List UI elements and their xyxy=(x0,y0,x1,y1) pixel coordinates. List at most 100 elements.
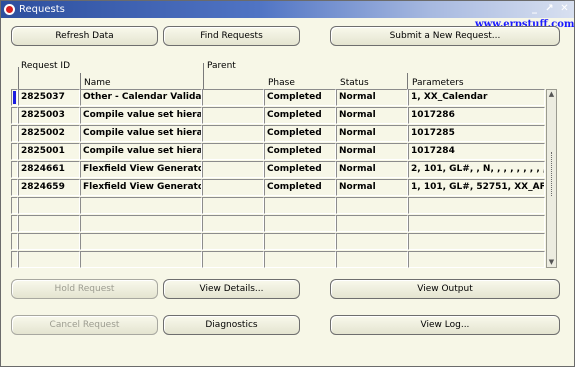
empty-table-row[interactable] xyxy=(11,197,545,215)
submit-new-request-button[interactable]: Submit a New Request... xyxy=(330,26,560,46)
cell-request-id[interactable]: 2824661 xyxy=(18,161,80,178)
scroll-thumb[interactable] xyxy=(551,152,553,196)
cell-parent[interactable] xyxy=(202,143,264,160)
empty-cell[interactable] xyxy=(80,215,202,232)
cell-parent[interactable] xyxy=(202,107,264,124)
cell-name[interactable]: Compile value set hierar xyxy=(80,125,202,142)
row-selector[interactable] xyxy=(11,197,18,214)
empty-cell[interactable] xyxy=(80,251,202,268)
refresh-data-button[interactable]: Refresh Data xyxy=(11,26,158,46)
cell-parameters[interactable]: 1, XX_Calendar xyxy=(408,89,545,106)
cell-request-id[interactable]: 2825037 xyxy=(18,89,80,106)
find-requests-button[interactable]: Find Requests xyxy=(163,26,300,46)
row-selector[interactable] xyxy=(11,179,18,196)
table-row[interactable]: 2825002 Compile value set hierar Complet… xyxy=(11,125,545,143)
table-row[interactable]: 2824661 Flexfield View Generato Complete… xyxy=(11,161,545,179)
empty-cell[interactable] xyxy=(336,251,408,268)
cell-status[interactable]: Normal xyxy=(336,143,408,160)
row-selector[interactable] xyxy=(11,251,18,268)
hold-request-button[interactable]: Hold Request xyxy=(11,279,158,299)
cell-name[interactable]: Other - Calendar Validati xyxy=(80,89,202,106)
empty-table-row[interactable] xyxy=(11,233,545,251)
cell-status[interactable]: Normal xyxy=(336,107,408,124)
empty-cell[interactable] xyxy=(80,233,202,250)
view-details-button[interactable]: View Details... xyxy=(163,279,300,299)
cell-parent[interactable] xyxy=(202,179,264,196)
row-selector[interactable] xyxy=(11,89,18,106)
cell-status[interactable]: Normal xyxy=(336,89,408,106)
cell-phase[interactable]: Completed xyxy=(264,143,336,160)
row-selector[interactable] xyxy=(11,107,18,124)
cell-phase[interactable]: Completed xyxy=(264,107,336,124)
diagnostics-button[interactable]: Diagnostics xyxy=(163,315,300,335)
row-selector[interactable] xyxy=(11,143,18,160)
cell-phase[interactable]: Completed xyxy=(264,125,336,142)
cell-parameters[interactable]: 1017286 xyxy=(408,107,545,124)
empty-cell[interactable] xyxy=(408,197,545,214)
table-row[interactable]: 2824659 Flexfield View Generato Complete… xyxy=(11,179,545,197)
cell-parameters[interactable]: 1017284 xyxy=(408,143,545,160)
empty-cell[interactable] xyxy=(264,233,336,250)
empty-cell[interactable] xyxy=(202,233,264,250)
empty-cell[interactable] xyxy=(408,233,545,250)
cell-parameters[interactable]: 1, 101, GL#, 52751, XX_AFF_ xyxy=(408,179,545,196)
empty-cell[interactable] xyxy=(264,215,336,232)
empty-cell[interactable] xyxy=(408,251,545,268)
table-row[interactable]: 2825037 Other - Calendar Validati Comple… xyxy=(11,89,545,107)
row-selector[interactable] xyxy=(11,233,18,250)
close-icon[interactable]: ✕ xyxy=(559,2,570,16)
cell-request-id[interactable]: 2824659 xyxy=(18,179,80,196)
cell-parameters[interactable]: 2, 101, GL#, , N, , , , , , , , , xyxy=(408,161,545,178)
scroll-down-icon[interactable]: ▼ xyxy=(548,259,555,266)
header-divider xyxy=(18,67,19,89)
cell-request-id[interactable]: 2825001 xyxy=(18,143,80,160)
cell-name[interactable]: Compile value set hierar xyxy=(80,143,202,160)
cell-status[interactable]: Normal xyxy=(336,125,408,142)
cell-phase[interactable]: Completed xyxy=(264,179,336,196)
table-row[interactable]: 2825001 Compile value set hierar Complet… xyxy=(11,143,545,161)
empty-cell[interactable] xyxy=(18,233,80,250)
restore-icon[interactable]: ↗ xyxy=(544,2,555,16)
empty-cell[interactable] xyxy=(202,251,264,268)
cell-name[interactable]: Flexfield View Generato xyxy=(80,161,202,178)
row-selector[interactable] xyxy=(11,125,18,142)
empty-table-row[interactable] xyxy=(11,251,545,269)
cell-parent[interactable] xyxy=(202,125,264,142)
cell-name[interactable]: Flexfield View Generato xyxy=(80,179,202,196)
table-row[interactable]: 2825003 Compile value set hierar Complet… xyxy=(11,107,545,125)
title-bar: Requests _ ↗ ✕ xyxy=(1,1,574,18)
cancel-request-button[interactable]: Cancel Request xyxy=(11,315,158,335)
empty-cell[interactable] xyxy=(202,215,264,232)
header-status: Status xyxy=(340,78,369,88)
row-selector[interactable] xyxy=(11,161,18,178)
cell-request-id[interactable]: 2825002 xyxy=(18,125,80,142)
view-log-button[interactable]: View Log... xyxy=(330,315,560,335)
minimize-icon[interactable]: _ xyxy=(529,2,540,16)
empty-cell[interactable] xyxy=(336,197,408,214)
row-selector[interactable] xyxy=(11,215,18,232)
cell-parameters[interactable]: 1017285 xyxy=(408,125,545,142)
empty-cell[interactable] xyxy=(264,251,336,268)
empty-cell[interactable] xyxy=(18,197,80,214)
empty-table-row[interactable] xyxy=(11,215,545,233)
empty-cell[interactable] xyxy=(18,215,80,232)
empty-cell[interactable] xyxy=(202,197,264,214)
empty-cell[interactable] xyxy=(336,233,408,250)
header-phase: Phase xyxy=(268,78,295,88)
empty-cell[interactable] xyxy=(408,215,545,232)
empty-cell[interactable] xyxy=(336,215,408,232)
empty-cell[interactable] xyxy=(18,251,80,268)
view-output-button[interactable]: View Output xyxy=(330,279,560,299)
empty-cell[interactable] xyxy=(80,197,202,214)
vertical-scrollbar[interactable]: ▲ ▼ xyxy=(546,89,557,268)
empty-cell[interactable] xyxy=(264,197,336,214)
cell-phase[interactable]: Completed xyxy=(264,89,336,106)
cell-status[interactable]: Normal xyxy=(336,161,408,178)
cell-name[interactable]: Compile value set hierar xyxy=(80,107,202,124)
scroll-up-icon[interactable]: ▲ xyxy=(548,91,555,98)
cell-parent[interactable] xyxy=(202,161,264,178)
cell-status[interactable]: Normal xyxy=(336,179,408,196)
cell-request-id[interactable]: 2825003 xyxy=(18,107,80,124)
cell-phase[interactable]: Completed xyxy=(264,161,336,178)
cell-parent[interactable] xyxy=(202,89,264,106)
